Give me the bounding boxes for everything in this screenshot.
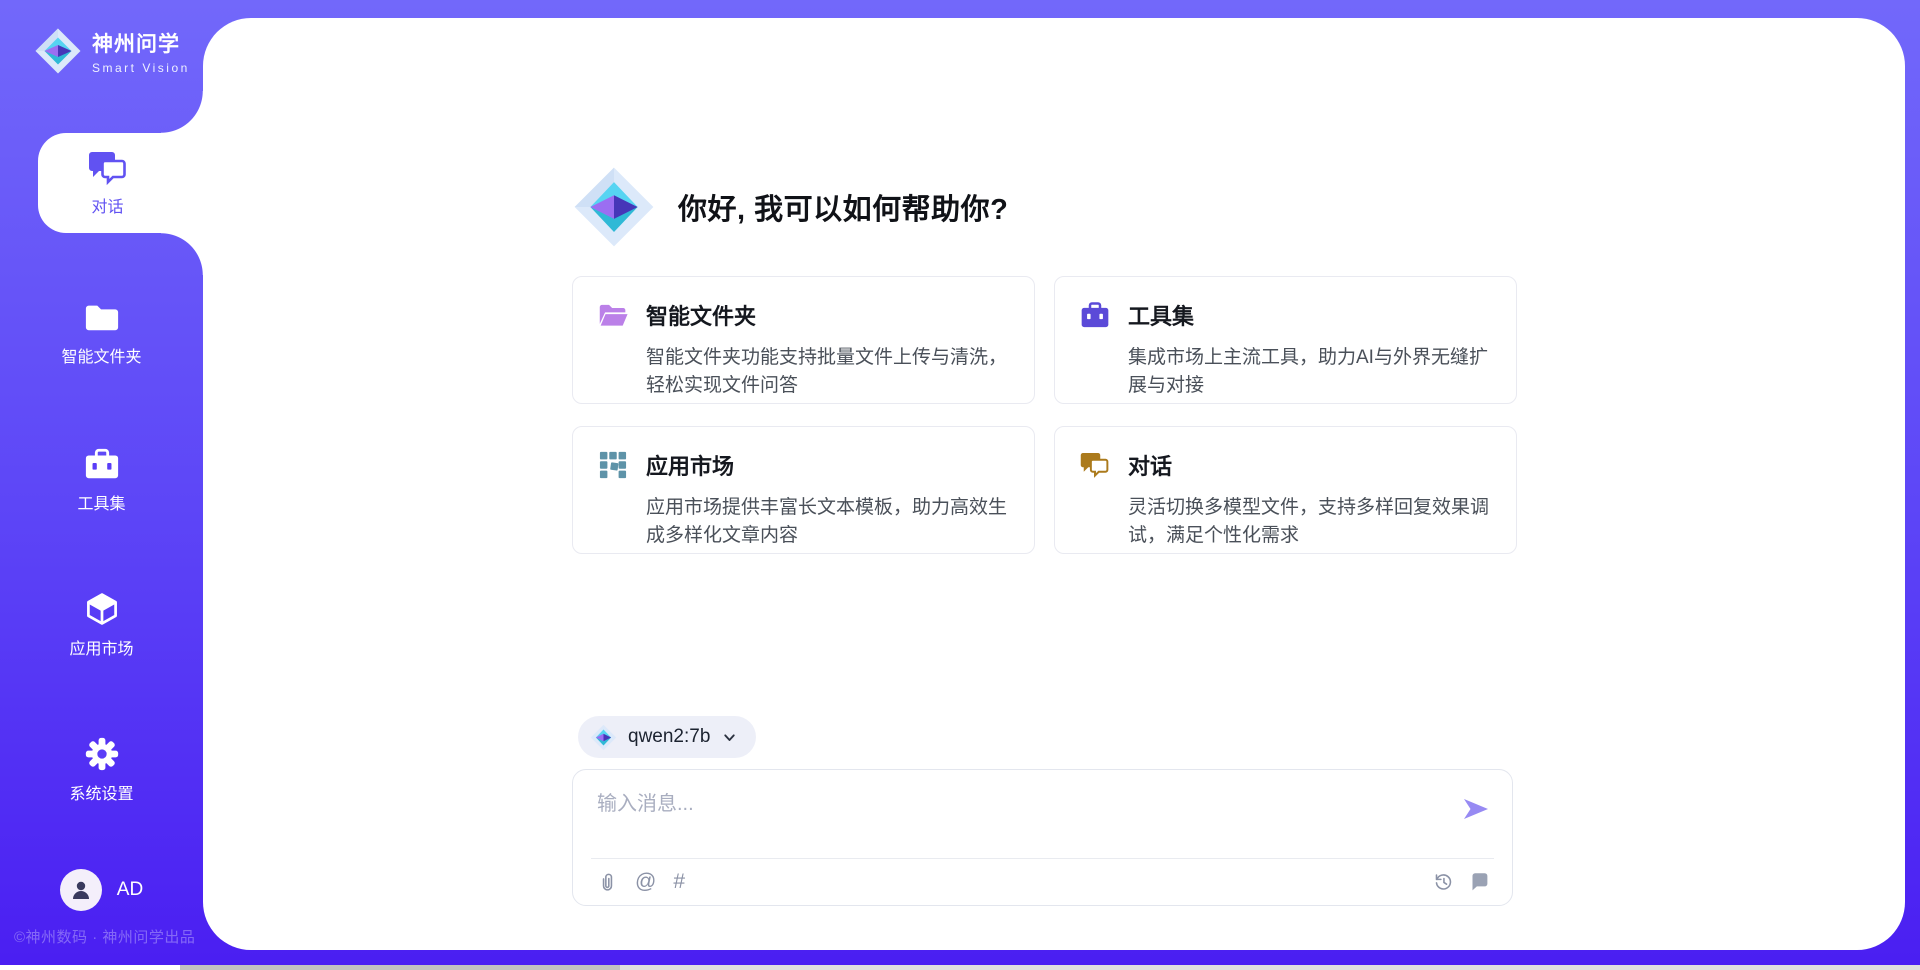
sidebar-item-label: 工具集 <box>77 490 125 514</box>
sidebar-item-settings[interactable]: 系统设置 <box>0 730 203 810</box>
model-selector[interactable]: qwen2:7b <box>578 716 756 758</box>
card-title: 智能文件夹 <box>646 299 1010 335</box>
card-chat[interactable]: 对话 灵活切换多模型文件，支持多样回复效果调试，满足个性化需求 <box>1054 426 1517 554</box>
chevron-down-icon <box>721 729 738 746</box>
person-icon <box>69 878 93 902</box>
grid-icon <box>598 451 628 479</box>
sidebar-item-label: 系统设置 <box>69 780 133 804</box>
brand: 神州问学 Smart Vision <box>34 27 190 75</box>
user-name: AD <box>117 879 143 901</box>
feature-cards: 智能文件夹 智能文件夹功能支持批量文件上传与清洗，轻松实现文件问答 工具集 集成… <box>572 276 1517 554</box>
message-composer: @ # <box>572 769 1513 906</box>
card-desc: 应用市场提供丰富长文本模板，助力高效生成多样化文章内容 <box>646 494 1010 554</box>
sidebar-item-toolset[interactable]: 工具集 <box>0 440 203 520</box>
send-button[interactable] <box>1462 797 1490 821</box>
attach-button[interactable] <box>597 869 618 895</box>
card-desc: 智能文件夹功能支持批量文件上传与清洗，轻松实现文件问答 <box>646 344 1010 404</box>
user-profile[interactable]: AD <box>0 869 203 911</box>
brand-name: 神州问学 <box>92 28 190 58</box>
card-toolset[interactable]: 工具集 集成市场上主流工具，助力AI与外界无缝扩展与对接 <box>1054 276 1517 404</box>
card-smart-folder[interactable]: 智能文件夹 智能文件夹功能支持批量文件上传与清洗，轻松实现文件问答 <box>572 276 1035 404</box>
avatar <box>60 869 102 911</box>
history-clock-icon <box>1433 870 1454 894</box>
hash-icon: # <box>673 870 685 894</box>
at-icon: @ <box>635 870 656 894</box>
card-title: 工具集 <box>1128 299 1492 335</box>
mention-button[interactable]: @ <box>635 869 656 895</box>
gear-icon <box>84 737 120 771</box>
toolbox-icon <box>1080 301 1110 329</box>
feedback-button[interactable] <box>1469 869 1490 895</box>
diamond-logo-icon <box>572 165 656 249</box>
message-input[interactable] <box>597 788 1417 820</box>
diamond-logo-icon <box>34 27 82 75</box>
history-button[interactable] <box>1433 869 1454 895</box>
horizontal-scrollbar <box>0 965 1920 970</box>
topic-button[interactable]: # <box>673 869 685 895</box>
sidebar: 神州问学 Smart Vision 对话 智能文件夹 工具集 <box>0 0 203 970</box>
send-arrow-icon <box>1462 797 1490 821</box>
greeting: 你好, 我可以如何帮助你? <box>572 164 1008 250</box>
card-title: 对话 <box>1128 449 1492 485</box>
toolbox-icon <box>84 447 120 481</box>
sidebar-item-smart-folder[interactable]: 智能文件夹 <box>0 293 203 373</box>
folder-open-icon <box>598 301 628 329</box>
sidebar-item-label: 应用市场 <box>69 635 133 659</box>
main-panel: 你好, 我可以如何帮助你? 智能文件夹 智能文件夹功能支持批量文件上传与清洗，轻… <box>203 18 1905 950</box>
card-app-market[interactable]: 应用市场 应用市场提供丰富长文本模板，助力高效生成多样化文章内容 <box>572 426 1035 554</box>
folder-icon <box>84 300 120 334</box>
diamond-logo-icon <box>590 724 617 751</box>
sidebar-item-chat[interactable]: 对话 <box>38 133 203 233</box>
composer-right-tools <box>1433 869 1490 895</box>
card-title: 应用市场 <box>646 449 1010 485</box>
sidebar-item-app-market[interactable]: 应用市场 <box>0 585 203 665</box>
chat-bubble-icon <box>1469 870 1490 894</box>
copyright: ©神州数码 · 神州问学出品 <box>14 926 195 947</box>
card-desc: 灵活切换多模型文件，支持多样回复效果调试，满足个性化需求 <box>1128 494 1492 554</box>
chat-icon <box>88 150 128 186</box>
sidebar-item-label: 对话 <box>91 193 123 217</box>
scrollbar-thumb[interactable] <box>180 965 620 970</box>
brand-subtitle: Smart Vision <box>92 61 190 75</box>
sidebar-item-label: 智能文件夹 <box>61 343 141 367</box>
paperclip-icon <box>597 870 618 894</box>
card-desc: 集成市场上主流工具，助力AI与外界无缝扩展与对接 <box>1128 344 1492 404</box>
greeting-text: 你好, 我可以如何帮助你? <box>678 186 1008 228</box>
composer-left-tools: @ # <box>597 869 685 895</box>
model-name: qwen2:7b <box>628 726 710 748</box>
chat-icon <box>1080 451 1110 479</box>
composer-divider <box>591 858 1494 859</box>
cube-icon <box>84 592 120 626</box>
